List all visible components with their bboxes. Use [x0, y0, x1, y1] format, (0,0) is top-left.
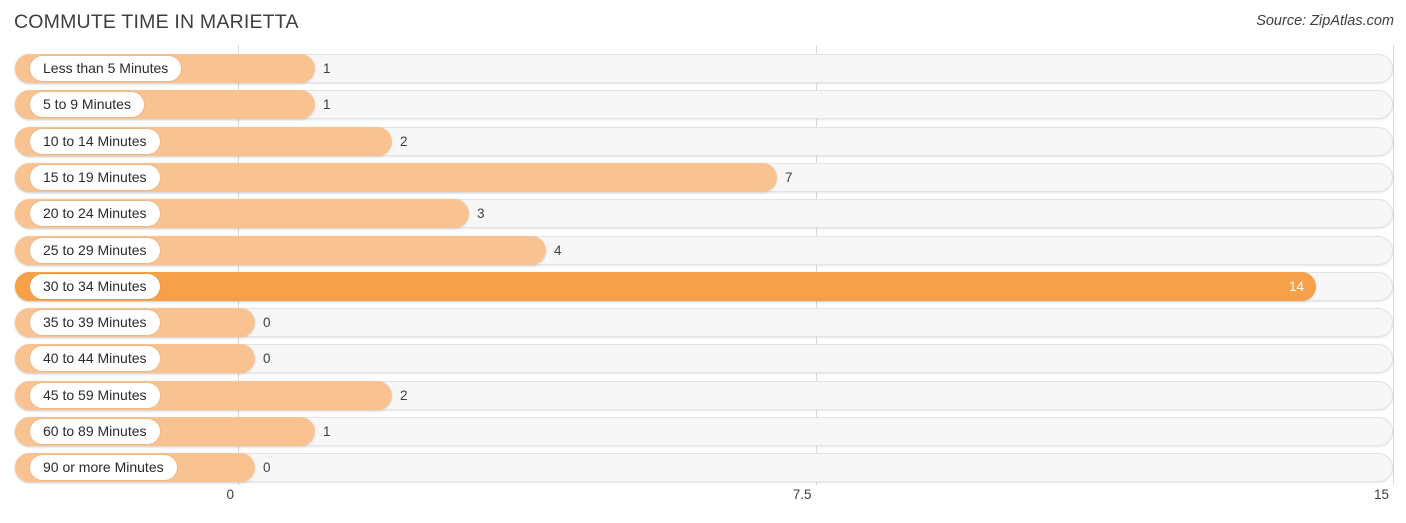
- bar-rows: 1 Less than 5 Minutes 1 5 to 9 Minutes 2 10 t…: [0, 45, 1406, 485]
- category-label: 25 to 29 Minutes: [30, 237, 160, 263]
- bar-row[interactable]: 0 35 to 39 Minutes: [15, 308, 1393, 338]
- page-title: COMMUTE TIME IN MARIETTA: [14, 11, 299, 33]
- chart-plot-area: 1 Less than 5 Minutes 1 5 to 9 Minutes 2 10 t…: [0, 45, 1406, 485]
- bar-value-label: 4: [554, 242, 562, 258]
- bar-value-label: 1: [323, 97, 331, 113]
- bar-row[interactable]: 0 40 to 44 Minutes: [15, 344, 1393, 374]
- category-label: 35 to 39 Minutes: [30, 310, 160, 336]
- x-tick-label: 0: [226, 487, 234, 502]
- bar-row[interactable]: 7 15 to 19 Minutes: [15, 162, 1393, 192]
- category-label: 20 to 24 Minutes: [30, 201, 160, 227]
- bar[interactable]: [15, 271, 1316, 301]
- bar-row[interactable]: 3 20 to 24 Minutes: [15, 199, 1393, 229]
- bar-row[interactable]: 2 45 to 59 Minutes: [15, 380, 1393, 410]
- bar-row[interactable]: 2 10 to 14 Minutes: [15, 126, 1393, 156]
- category-label: 15 to 19 Minutes: [30, 164, 160, 190]
- bar-row[interactable]: 0 90 or more Minutes: [15, 453, 1393, 483]
- category-label: Less than 5 Minutes: [30, 56, 182, 81]
- chart-header: COMMUTE TIME IN MARIETTA Source: ZipAtla…: [0, 0, 1406, 45]
- x-tick-label: 15: [1373, 487, 1389, 502]
- bar-value-label: 1: [323, 61, 331, 76]
- category-label: 90 or more Minutes: [30, 455, 177, 481]
- source-attribution: Source: ZipAtlas.com: [1256, 13, 1394, 29]
- category-label: 60 to 89 Minutes: [30, 419, 160, 444]
- bar-row[interactable]: 1 5 to 9 Minutes: [15, 90, 1393, 120]
- category-label: 40 to 44 Minutes: [30, 346, 160, 372]
- bar-value-label: 3: [477, 206, 485, 222]
- bar-value-label: 7: [785, 169, 793, 185]
- bar-row[interactable]: 1 Less than 5 Minutes: [15, 54, 1393, 83]
- x-tick-label: 7.5: [792, 487, 812, 502]
- bar-row[interactable]: 1 60 to 89 Minutes: [15, 417, 1393, 446]
- bar-value-label: 2: [400, 133, 408, 149]
- bar-value-label: 14: [1288, 278, 1304, 294]
- bar-row[interactable]: 14 30 to 34 Minutes: [15, 271, 1393, 301]
- bar-value-label: 0: [263, 460, 271, 476]
- category-label: 45 to 59 Minutes: [30, 382, 160, 408]
- category-label: 10 to 14 Minutes: [30, 128, 160, 154]
- bar-value-label: 1: [323, 424, 331, 439]
- bar-value-label: 2: [400, 387, 408, 403]
- bar-value-label: 0: [263, 351, 271, 367]
- x-axis: 0 7.5 15: [0, 485, 1406, 523]
- category-label: 5 to 9 Minutes: [30, 92, 144, 118]
- bar-value-label: 0: [263, 315, 271, 331]
- category-label: 30 to 34 Minutes: [30, 273, 160, 299]
- bar-row[interactable]: 4 25 to 29 Minutes: [15, 235, 1393, 265]
